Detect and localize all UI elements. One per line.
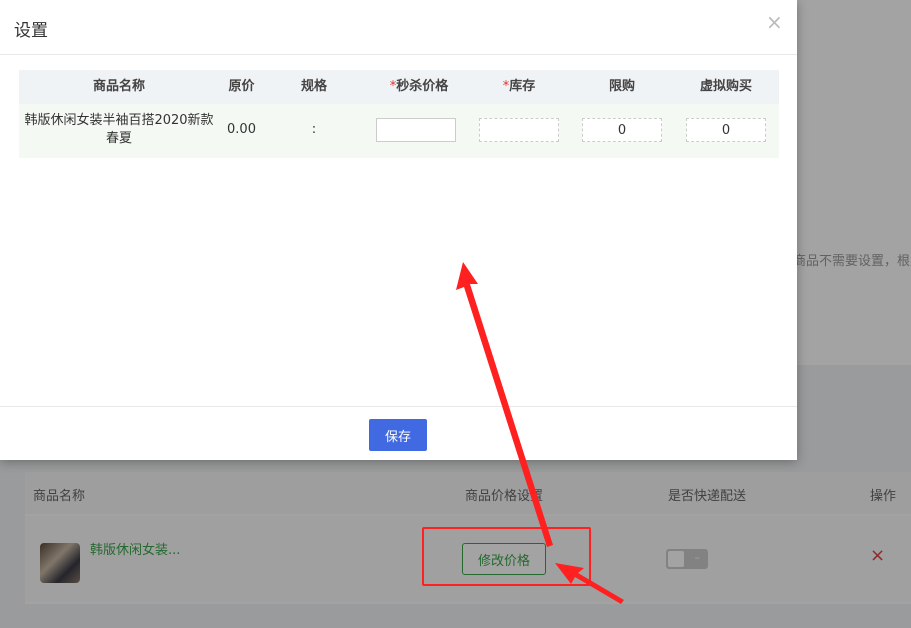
settings-modal: 设置 × 商品名称 原价 规格 *秒杀价格 *库存 限购 虚拟购买 韩版休闲女装… bbox=[0, 0, 797, 460]
header-limit: 限购 bbox=[608, 79, 635, 94]
row-product-name: 韩版休闲女装半袖百搭2020新款春夏 bbox=[24, 113, 214, 146]
header-seckill-price: *秒杀价格 bbox=[369, 70, 469, 104]
header-original-price: 原价 bbox=[228, 79, 255, 94]
close-icon[interactable]: × bbox=[766, 12, 783, 32]
row-spec: : bbox=[311, 122, 317, 137]
virtual-buy-input[interactable] bbox=[686, 118, 766, 142]
limit-input[interactable] bbox=[582, 118, 662, 142]
modal-title: 设置 bbox=[14, 21, 48, 41]
header-seckill-price-label: 秒杀价格 bbox=[396, 79, 449, 94]
header-stock-label: 库存 bbox=[509, 79, 536, 94]
header-virtual-buy: 虚拟购买 bbox=[699, 79, 752, 94]
table-header: 商品名称 原价 规格 *秒杀价格 *库存 限购 虚拟购买 bbox=[19, 70, 779, 104]
stock-input[interactable] bbox=[479, 118, 559, 142]
modal-footer: 保存 bbox=[0, 406, 797, 460]
header-spec: 规格 bbox=[300, 79, 327, 94]
modal-header: 设置 × bbox=[0, 0, 797, 55]
table-row: 韩版休闲女装半袖百搭2020新款春夏 0.00 : bbox=[19, 104, 779, 158]
header-stock: *库存 bbox=[469, 70, 569, 104]
row-original-price: 0.00 bbox=[227, 122, 256, 137]
header-product-name: 商品名称 bbox=[92, 79, 145, 94]
seckill-settings-table: 商品名称 原价 规格 *秒杀价格 *库存 限购 虚拟购买 韩版休闲女装半袖百搭2… bbox=[19, 70, 779, 158]
annotation-highlight-box bbox=[422, 527, 591, 586]
save-button[interactable]: 保存 bbox=[369, 419, 427, 451]
seckill-price-input[interactable] bbox=[376, 118, 456, 142]
